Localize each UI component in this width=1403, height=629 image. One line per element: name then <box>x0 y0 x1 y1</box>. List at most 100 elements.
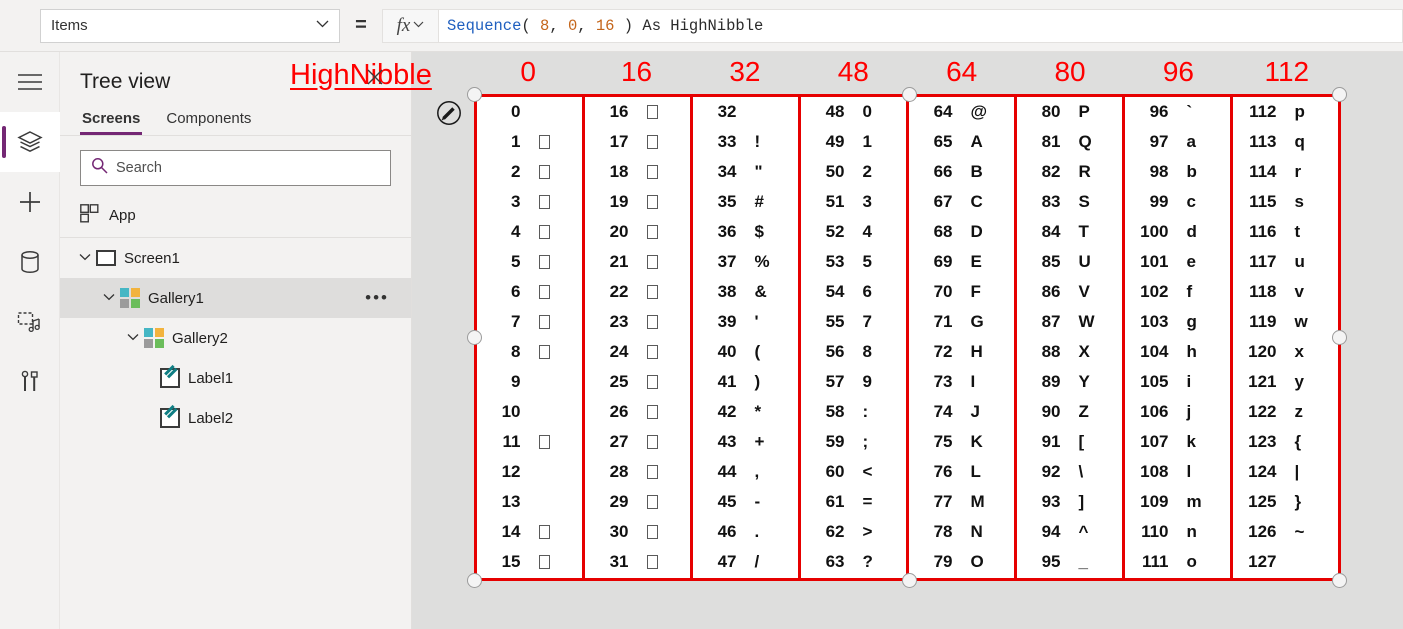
gallery-row[interactable]: 42 * <box>693 397 798 427</box>
gallery-row[interactable]: 81 Q <box>1017 127 1122 157</box>
gallery-row[interactable]: 97 a <box>1125 127 1230 157</box>
gallery-row[interactable]: 127 <box>1233 547 1338 577</box>
gallery-row[interactable]: 54 6 <box>801 277 906 307</box>
gallery-row[interactable]: 126 ~ <box>1233 517 1338 547</box>
tree-node-label1[interactable]: Label1 <box>60 358 411 398</box>
gallery-row[interactable]: 16 <box>585 97 690 127</box>
tree-node-label2[interactable]: Label2 <box>60 398 411 438</box>
gallery-column[interactable]: 80 P 81 Q 82 R 83 S 84 T 85 U 86 V 87 W 88 X 89 Y 90 Z 91[92 \ 9… <box>1017 97 1125 578</box>
gallery-row[interactable]: 80 P <box>1017 97 1122 127</box>
gallery-row[interactable]: 59; <box>801 427 906 457</box>
gallery-row[interactable]: 116 t <box>1233 217 1338 247</box>
tab-components[interactable]: Components <box>164 104 253 135</box>
gallery-row[interactable]: 45- <box>693 487 798 517</box>
gallery-row[interactable]: 36 $ <box>693 217 798 247</box>
gallery-row[interactable]: 103 g <box>1125 307 1230 337</box>
gallery-row[interactable]: 62 > <box>801 517 906 547</box>
gallery-row[interactable]: 111 o <box>1125 547 1230 577</box>
gallery-row[interactable]: 65 A <box>909 127 1014 157</box>
gallery-row[interactable]: 9 <box>477 367 582 397</box>
gallery-row[interactable]: 30 <box>585 517 690 547</box>
gallery-row[interactable]: 39 ' <box>693 307 798 337</box>
gallery-row[interactable]: 50 2 <box>801 157 906 187</box>
gallery-row[interactable]: 33! <box>693 127 798 157</box>
gallery-row[interactable]: 56 8 <box>801 337 906 367</box>
gallery-row[interactable]: 64 @ <box>909 97 1014 127</box>
tree-node-gallery2[interactable]: Gallery2 <box>60 318 411 358</box>
gallery-row[interactable]: 95 _ <box>1017 547 1122 577</box>
gallery-row[interactable]: 125} <box>1233 487 1338 517</box>
gallery-row[interactable]: 99 c <box>1125 187 1230 217</box>
chevron-down-icon[interactable] <box>74 252 96 264</box>
gallery-column[interactable]: 64 @65 A 66 B 67 C 68 D 69 E 70 F 71 G 72 H 73 I 74 J 75 K 76 L 7… <box>909 97 1017 578</box>
gallery-row[interactable]: 13 <box>477 487 582 517</box>
property-selector[interactable]: Items <box>40 8 340 43</box>
formula-input[interactable]: Sequence( 8, 0, 16 ) As HighNibble <box>438 8 1403 43</box>
gallery-row[interactable]: 40 ( <box>693 337 798 367</box>
gallery-column[interactable]: 0 1 2 3 4 5 6 7 8 9 10 11 12 13 14 15 <box>477 97 585 578</box>
gallery-row[interactable]: 110 n <box>1125 517 1230 547</box>
gallery-row[interactable]: 55 7 <box>801 307 906 337</box>
resize-handle-middle-right[interactable] <box>1332 330 1347 345</box>
resize-handle-top-center[interactable] <box>902 87 917 102</box>
resize-handle-top-left[interactable] <box>467 87 482 102</box>
gallery-row[interactable]: 60 < <box>801 457 906 487</box>
media-icon[interactable] <box>0 292 60 352</box>
gallery-row[interactable]: 53 5 <box>801 247 906 277</box>
gallery-row[interactable]: 93] <box>1017 487 1122 517</box>
gallery-row[interactable]: 114 r <box>1233 157 1338 187</box>
gallery-row[interactable]: 21 <box>585 247 690 277</box>
gallery-row[interactable]: 82 R <box>1017 157 1122 187</box>
gallery-row[interactable]: 89 Y <box>1017 367 1122 397</box>
gallery-row[interactable]: 61 = <box>801 487 906 517</box>
gallery-row[interactable]: 122 z <box>1233 397 1338 427</box>
gallery-column[interactable]: 96 ` 97 a 98 b 99 c 100 d 101 e 102 f 103 g 104 h 105 i 106 j… <box>1125 97 1233 578</box>
data-icon[interactable] <box>0 232 60 292</box>
gallery-row[interactable]: 119 w <box>1233 307 1338 337</box>
gallery-row[interactable]: 63? <box>801 547 906 577</box>
gallery-row[interactable]: 29 <box>585 487 690 517</box>
tree-node-gallery1[interactable]: Gallery1 ••• <box>60 278 411 318</box>
gallery-row[interactable]: 69 E <box>909 247 1014 277</box>
gallery-row[interactable]: 15 <box>477 547 582 577</box>
gallery-column[interactable]: 48 0 49 1 50 2 51 3 52 4 53 5 54 6 55 7 56 8 57 9 58:59; 60 <6… <box>801 97 909 578</box>
gallery-row[interactable]: 98 b <box>1125 157 1230 187</box>
gallery-row[interactable]: 34 " <box>693 157 798 187</box>
gallery-row[interactable]: 27 <box>585 427 690 457</box>
tree-node-app[interactable]: App <box>60 196 411 238</box>
gallery-row[interactable]: 12 <box>477 457 582 487</box>
gallery-row[interactable]: 117 u <box>1233 247 1338 277</box>
gallery-row[interactable]: 75 K <box>909 427 1014 457</box>
gallery-row[interactable]: 26 <box>585 397 690 427</box>
gallery-row[interactable]: 49 1 <box>801 127 906 157</box>
gallery-row[interactable]: 72 H <box>909 337 1014 367</box>
gallery-row[interactable]: 90 Z <box>1017 397 1122 427</box>
gallery-row[interactable]: 108 l <box>1125 457 1230 487</box>
gallery-row[interactable]: 105 i <box>1125 367 1230 397</box>
gallery-row[interactable]: 83 S <box>1017 187 1122 217</box>
gallery-row[interactable]: 5 <box>477 247 582 277</box>
gallery-row[interactable]: 107 k <box>1125 427 1230 457</box>
gallery-column[interactable]: 16 17 18 19 20 21 22 23 24 25 26 27 28 29 30 31 <box>585 97 693 578</box>
gallery-row[interactable]: 28 <box>585 457 690 487</box>
gallery-row[interactable]: 31 <box>585 547 690 577</box>
gallery-row[interactable]: 10 <box>477 397 582 427</box>
gallery-row[interactable]: 58: <box>801 397 906 427</box>
tree-node-screen1[interactable]: Screen1 <box>60 238 411 278</box>
gallery-row[interactable]: 91 [ <box>1017 427 1122 457</box>
gallery-row[interactable]: 7 <box>477 307 582 337</box>
gallery-row[interactable]: 57 9 <box>801 367 906 397</box>
gallery-row[interactable]: 44, <box>693 457 798 487</box>
gallery-row[interactable]: 1 <box>477 127 582 157</box>
gallery-row[interactable]: 18 <box>585 157 690 187</box>
tab-screens[interactable]: Screens <box>80 104 142 135</box>
gallery-row[interactable]: 4 <box>477 217 582 247</box>
function-button[interactable]: fx <box>382 8 438 43</box>
gallery-row[interactable]: 48 0 <box>801 97 906 127</box>
gallery-row[interactable]: 78 N <box>909 517 1014 547</box>
gallery-row[interactable]: 109 m <box>1125 487 1230 517</box>
gallery-row[interactable]: 47 / <box>693 547 798 577</box>
gallery-row[interactable]: 51 3 <box>801 187 906 217</box>
gallery-row[interactable]: 120 x <box>1233 337 1338 367</box>
gallery-row[interactable]: 121 y <box>1233 367 1338 397</box>
